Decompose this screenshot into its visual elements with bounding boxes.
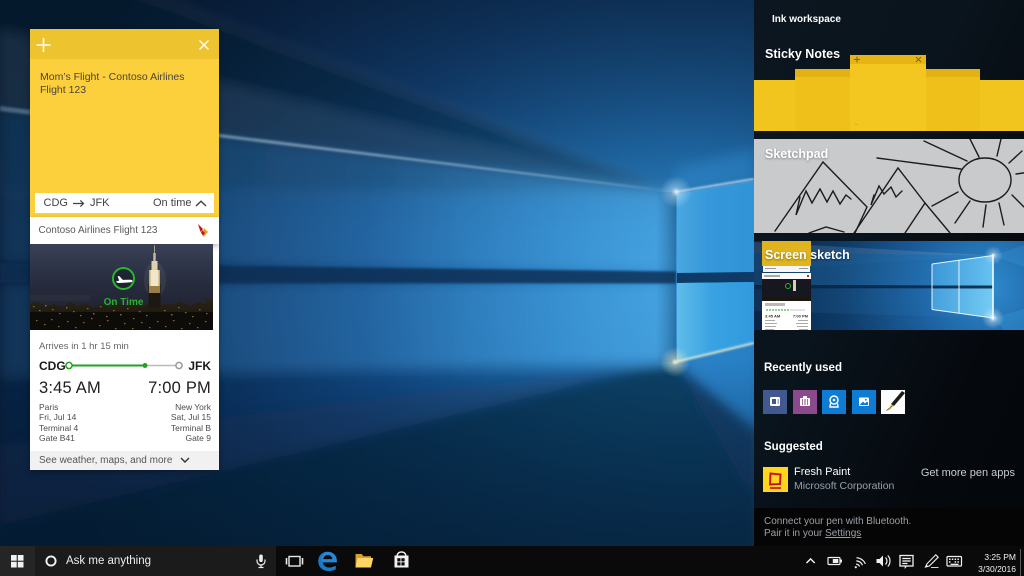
svg-text:On Time: On Time [104,297,144,308]
svg-text:7:00 PM: 7:00 PM [792,314,808,319]
svg-text:3:45 AM: 3:45 AM [765,314,781,319]
